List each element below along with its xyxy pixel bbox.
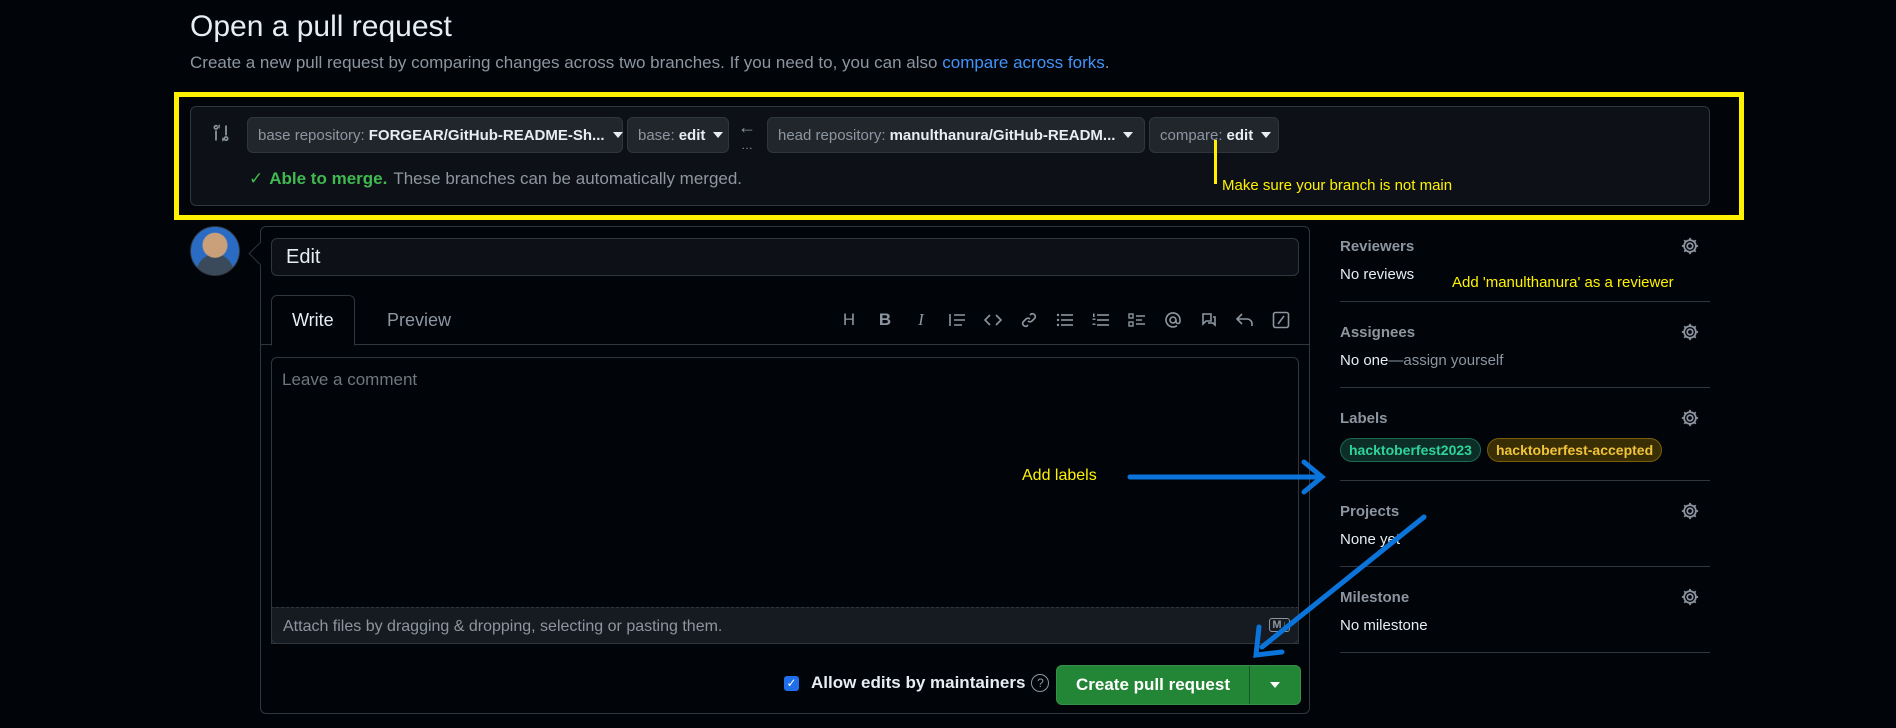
- annotation-reviewer-note: Add 'manulthanura' as a reviewer: [1452, 274, 1674, 291]
- markdown-icon[interactable]: M↓: [1269, 618, 1290, 632]
- sidebar-reviewers: Reviewers No reviews Add 'manulthanura' …: [1340, 232, 1710, 302]
- reviewers-heading: Reviewers: [1340, 237, 1415, 255]
- gear-icon[interactable]: [1680, 236, 1700, 256]
- comment-textarea[interactable]: [272, 358, 1298, 606]
- annotation-labels-note: Add labels: [1022, 467, 1097, 484]
- gear-icon[interactable]: [1680, 587, 1700, 607]
- tab-preview[interactable]: Preview: [367, 295, 471, 346]
- gear-icon[interactable]: [1680, 408, 1700, 428]
- gear-icon[interactable]: [1680, 501, 1700, 521]
- page-subtitle: Create a new pull request by comparing c…: [190, 53, 1109, 73]
- label-chip[interactable]: hacktoberfest2023: [1340, 438, 1481, 462]
- sidebar: Reviewers No reviews Add 'manulthanura' …: [1340, 232, 1710, 669]
- allow-edits-label: Allow edits by maintainers: [811, 673, 1026, 692]
- annotation-pointer-line: [1214, 140, 1217, 184]
- milestone-heading: Milestone: [1340, 588, 1410, 606]
- ordered-list-icon[interactable]: [1083, 307, 1119, 333]
- milestone-value: No milestone: [1340, 617, 1428, 634]
- assignees-none: No one: [1340, 352, 1389, 369]
- assign-yourself-link[interactable]: —assign yourself: [1388, 352, 1503, 369]
- sidebar-labels: Labels hacktoberfest2023 hacktoberfest-ac…: [1340, 404, 1710, 481]
- sidebar-assignees: Assignees No one—assign yourself: [1340, 318, 1710, 388]
- pr-title-input[interactable]: [271, 238, 1299, 276]
- assignees-value: No one—assign yourself: [1340, 352, 1710, 369]
- heading-icon[interactable]: H: [831, 307, 867, 333]
- unordered-list-icon[interactable]: [1047, 307, 1083, 333]
- annotation-branch-note: Make sure your branch is not main: [1222, 177, 1453, 194]
- projects-value: None yet: [1340, 531, 1401, 548]
- tab-write[interactable]: Write: [271, 295, 355, 346]
- reference-icon[interactable]: [1191, 307, 1227, 333]
- slash-command-icon[interactable]: [1263, 307, 1299, 333]
- markdown-toolbar: H B I: [831, 307, 1299, 333]
- quote-icon[interactable]: [939, 307, 975, 333]
- task-list-icon[interactable]: [1119, 307, 1155, 333]
- comment-box: [271, 357, 1299, 644]
- labels-heading: Labels: [1340, 409, 1388, 427]
- reply-icon[interactable]: [1227, 307, 1263, 333]
- link-icon[interactable]: [1011, 307, 1047, 333]
- subtitle-text: Create a new pull request by comparing c…: [190, 53, 938, 72]
- pull-request-form: Write Preview H B I: [260, 226, 1310, 714]
- sidebar-projects: Projects None yet: [1340, 497, 1710, 567]
- mention-icon[interactable]: [1155, 307, 1191, 333]
- create-pull-request-button-group: Create pull request: [1056, 665, 1301, 705]
- label-chip[interactable]: hacktoberfest-accepted: [1486, 438, 1663, 462]
- italic-icon[interactable]: I: [903, 307, 939, 333]
- avatar[interactable]: [190, 226, 240, 276]
- attach-files-text: Attach files by dragging & dropping, sel…: [283, 618, 723, 635]
- gear-icon[interactable]: [1680, 322, 1700, 342]
- allow-edits-checkbox[interactable]: ✓: [784, 675, 799, 691]
- code-icon[interactable]: [975, 307, 1011, 333]
- bold-icon[interactable]: B: [867, 307, 903, 333]
- labels-list: hacktoberfest2023 hacktoberfest-accepted: [1340, 438, 1710, 462]
- compare-across-forks-link[interactable]: compare across forks: [942, 53, 1105, 72]
- attach-files-bar[interactable]: Attach files by dragging & dropping, sel…: [271, 607, 1299, 644]
- allow-edits-option[interactable]: ✓ Allow edits by maintainers ?: [784, 673, 1050, 693]
- projects-heading: Projects: [1340, 502, 1400, 520]
- page-title: Open a pull request: [190, 10, 452, 43]
- editor-tabs: Write Preview H B I: [261, 295, 1309, 346]
- subtitle-end: .: [1104, 53, 1110, 72]
- create-pull-request-button[interactable]: Create pull request: [1057, 666, 1250, 704]
- chevron-down-icon: [1270, 682, 1280, 688]
- sidebar-milestone: Milestone No milestone: [1340, 583, 1710, 653]
- assignees-heading: Assignees: [1340, 323, 1416, 341]
- question-icon[interactable]: ?: [1031, 674, 1050, 692]
- annotation-highlight-box: [174, 92, 1744, 220]
- create-options-dropdown[interactable]: [1250, 666, 1300, 704]
